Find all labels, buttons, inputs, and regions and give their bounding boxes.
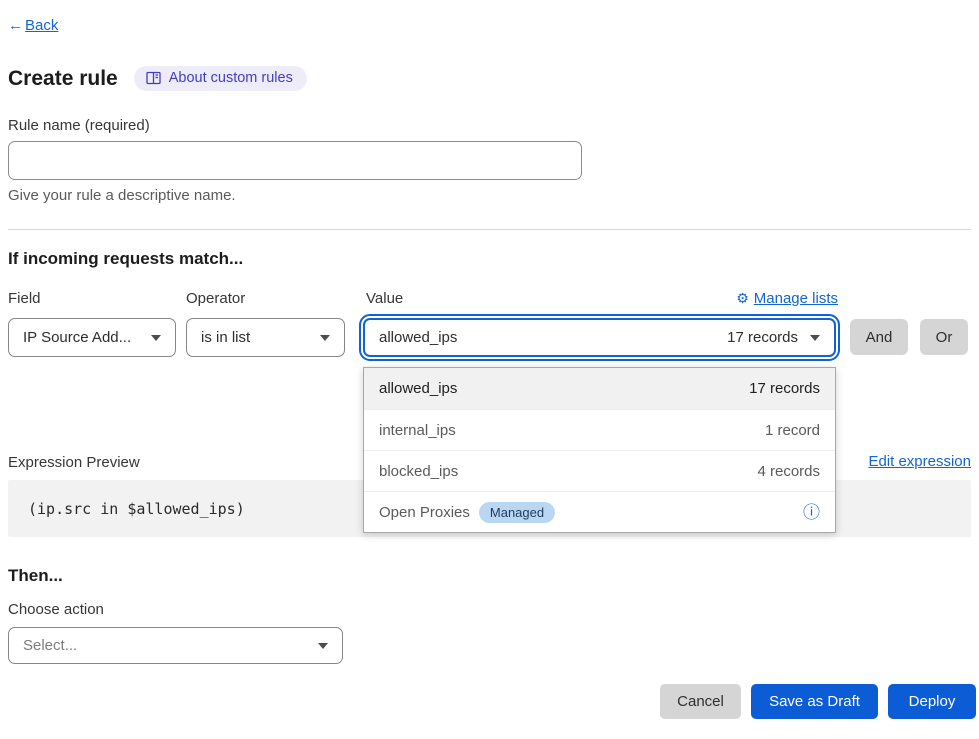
list-option-name: blocked_ips: [379, 463, 458, 480]
field-column-label: Field: [8, 290, 41, 307]
list-option-internal-ips[interactable]: internal_ips 1 record: [364, 409, 835, 450]
then-section-heading: Then...: [8, 566, 63, 586]
list-option-allowed-ips[interactable]: allowed_ips 17 records: [364, 368, 835, 409]
chevron-down-icon: [320, 335, 330, 341]
about-custom-rules-link[interactable]: About custom rules: [134, 66, 307, 91]
value-select-value: allowed_ips: [379, 329, 457, 346]
expression-preview-label: Expression Preview: [8, 454, 140, 471]
list-option-name: allowed_ips: [379, 380, 457, 397]
field-select[interactable]: IP Source Add...: [8, 318, 176, 357]
about-badge-label: About custom rules: [169, 70, 293, 86]
value-column-label: Value: [366, 290, 403, 307]
chevron-down-icon: [151, 335, 161, 341]
edit-expression-link[interactable]: Edit expression: [868, 453, 971, 470]
manage-lists-label: Manage lists: [754, 290, 838, 307]
list-option-open-proxies[interactable]: Open Proxies Managed ⓘ: [364, 491, 835, 532]
rule-name-helper: Give your rule a descriptive name.: [8, 187, 236, 204]
field-select-value: IP Source Add...: [23, 329, 131, 346]
action-select[interactable]: Select...: [8, 627, 343, 664]
gear-icon: ⚙: [736, 290, 749, 307]
info-icon[interactable]: ⓘ: [803, 504, 820, 521]
manage-lists-link[interactable]: ⚙ Manage lists: [736, 290, 838, 307]
save-as-draft-button[interactable]: Save as Draft: [751, 684, 878, 719]
operator-select-value: is in list: [201, 329, 250, 346]
rule-name-input[interactable]: [8, 141, 582, 180]
choose-action-label: Choose action: [8, 601, 104, 618]
back-link[interactable]: ←Back: [8, 17, 58, 34]
and-button[interactable]: And: [850, 319, 908, 355]
operator-column-label: Operator: [186, 290, 245, 307]
list-option-record-count: 4 records: [757, 463, 820, 480]
list-dropdown: allowed_ips 17 records internal_ips 1 re…: [363, 367, 836, 533]
expression-code: (ip.src in $allowed_ips): [8, 500, 245, 518]
cancel-button[interactable]: Cancel: [660, 684, 741, 719]
book-icon: [146, 71, 161, 85]
list-option-record-count: 1 record: [765, 422, 820, 439]
section-divider: [8, 229, 971, 230]
chevron-down-icon: [810, 335, 820, 341]
or-button[interactable]: Or: [920, 319, 968, 355]
list-option-name: Open Proxies: [379, 504, 470, 521]
value-select-record-count: 17 records: [727, 329, 798, 346]
action-select-placeholder: Select...: [23, 637, 77, 654]
list-option-record-count: 17 records: [749, 380, 820, 397]
list-option-blocked-ips[interactable]: blocked_ips 4 records: [364, 450, 835, 491]
back-link-label: Back: [25, 17, 58, 34]
list-option-name: internal_ips: [379, 422, 456, 439]
managed-badge: Managed: [479, 502, 555, 523]
create-rule-page: ←Back Create rule About custom rules Rul…: [0, 0, 979, 739]
value-select[interactable]: allowed_ips 17 records: [363, 318, 836, 357]
rule-name-label: Rule name (required): [8, 117, 150, 134]
deploy-button[interactable]: Deploy: [888, 684, 976, 719]
operator-select[interactable]: is in list: [186, 318, 345, 357]
page-title: Create rule: [8, 67, 118, 91]
match-section-heading: If incoming requests match...: [8, 249, 243, 269]
title-row: Create rule About custom rules: [8, 66, 307, 91]
chevron-down-icon: [318, 643, 328, 649]
back-arrow-icon: ←: [8, 17, 23, 34]
